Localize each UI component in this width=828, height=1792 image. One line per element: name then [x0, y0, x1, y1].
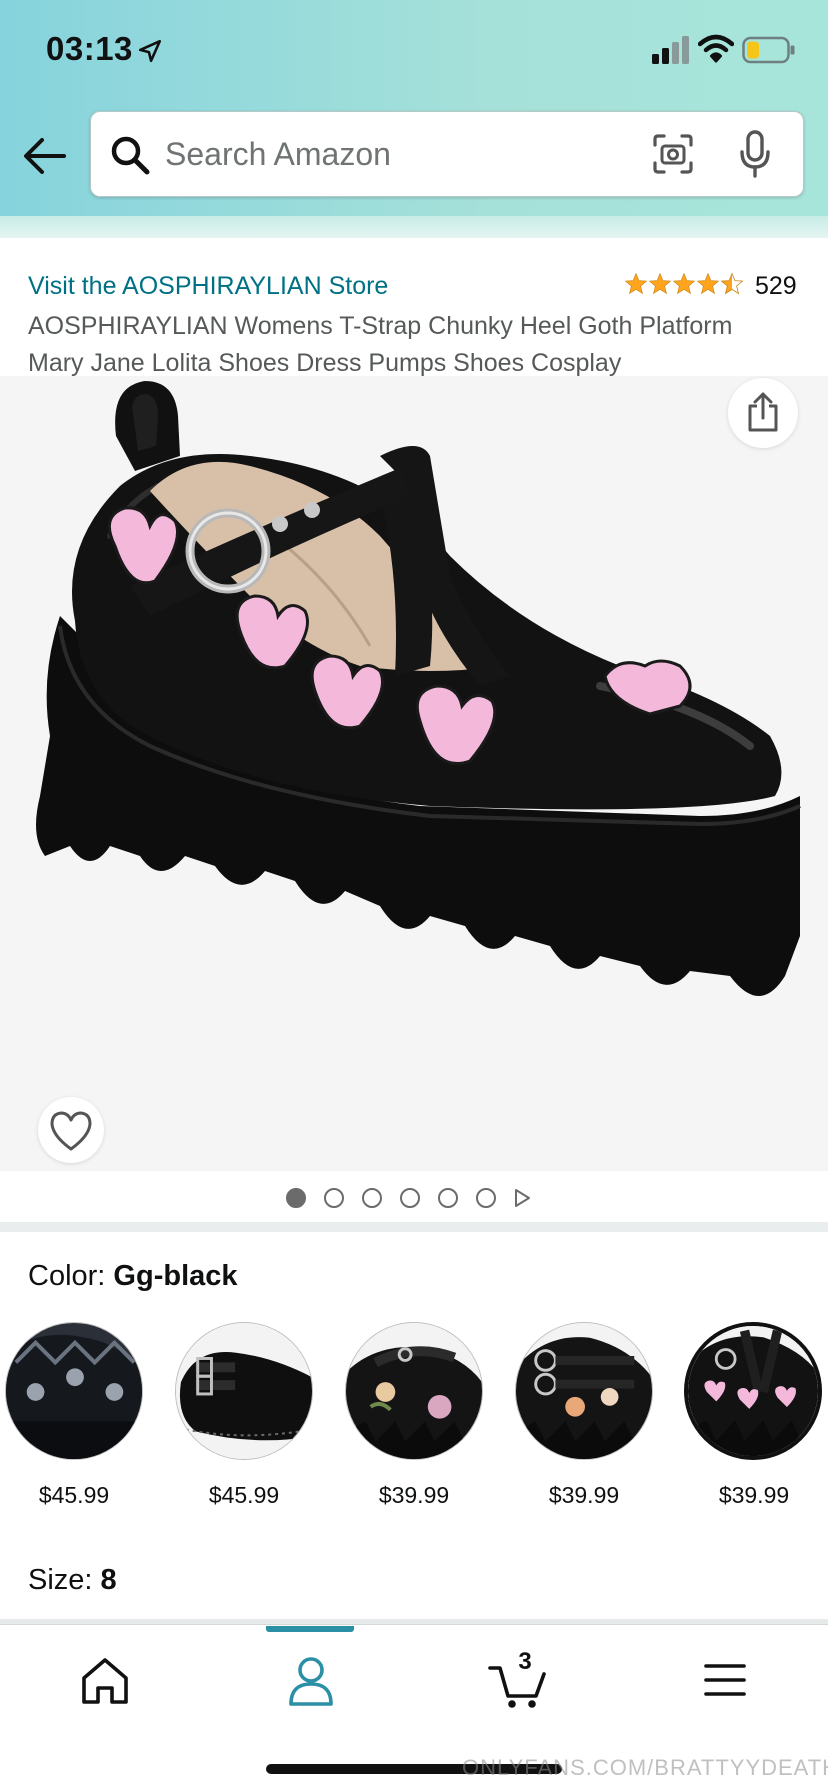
swatch-price-5[interactable]: $39.99 [669, 1482, 828, 1509]
color-label-text: Color: [28, 1260, 106, 1292]
back-arrow-icon[interactable] [22, 136, 66, 176]
nav-menu[interactable] [690, 1650, 760, 1710]
menu-icon [704, 1664, 746, 1696]
wifi-icon [698, 34, 734, 63]
status-time: 03:13 [46, 30, 133, 67]
home-icon [82, 1658, 128, 1704]
pagination-dot-6[interactable] [476, 1188, 496, 1208]
section-divider [0, 1222, 828, 1232]
camera-icon[interactable] [651, 132, 695, 176]
swatch-shoe-image [516, 1323, 652, 1459]
rating-count[interactable]: 529 [755, 272, 797, 301]
swatch-price-4[interactable]: $39.99 [499, 1482, 669, 1509]
pagination-dot-3[interactable] [362, 1188, 382, 1208]
pagination-dot-4[interactable] [400, 1188, 420, 1208]
video-play-icon[interactable] [512, 1188, 532, 1208]
search-icon [111, 136, 150, 175]
color-swatch-3[interactable] [345, 1322, 483, 1460]
swatch-shoe-image [176, 1323, 312, 1459]
swatch-shoe-image [688, 1326, 818, 1456]
cellular-signal-icon [652, 36, 689, 64]
pagination-dot-1[interactable] [286, 1188, 306, 1208]
share-icon [748, 392, 778, 432]
microphone-icon[interactable] [739, 130, 771, 178]
cart-count-badge: 3 [518, 1648, 532, 1675]
swatch-price-2[interactable]: $45.99 [159, 1482, 329, 1509]
nav-home[interactable] [70, 1650, 140, 1710]
swatch-shoe-image [346, 1323, 482, 1459]
size-label: Size: 8 [28, 1564, 117, 1597]
selected-size: 8 [100, 1564, 117, 1596]
product-image[interactable] [0, 376, 828, 1171]
visit-store-link[interactable]: Visit the AOSPHIRAYLIAN Store [28, 272, 388, 301]
pagination-dot-5[interactable] [438, 1188, 458, 1208]
shoe-illustration [36, 381, 801, 996]
color-swatch-5[interactable] [684, 1322, 822, 1460]
swatch-price-1[interactable]: $45.99 [0, 1482, 159, 1509]
swatch-price-3[interactable]: $39.99 [329, 1482, 499, 1509]
location-arrow-icon [138, 39, 162, 63]
pagination-dot-2[interactable] [324, 1188, 344, 1208]
battery-icon [742, 36, 795, 64]
image-pagination[interactable] [282, 1186, 542, 1210]
swatch-shoe-image [6, 1323, 142, 1459]
rating-stars[interactable] [624, 270, 744, 298]
account-icon [289, 1657, 333, 1706]
color-swatch-1[interactable] [5, 1322, 143, 1460]
color-swatch-2[interactable] [175, 1322, 313, 1460]
nav-account[interactable] [276, 1650, 346, 1710]
search-placeholder: Search Amazon [165, 136, 391, 172]
wishlist-button[interactable] [38, 1097, 104, 1163]
size-label-text: Size: [28, 1564, 93, 1596]
color-swatch-4[interactable] [515, 1322, 653, 1460]
share-button[interactable] [728, 378, 798, 448]
header-divider [0, 216, 828, 238]
product-title: AOSPHIRAYLIAN Womens T-Strap Chunky Heel… [28, 312, 733, 377]
nav-active-indicator [266, 1626, 354, 1632]
watermark-text: ONLYFANS.COM/BRATTYYDEATH [462, 1755, 828, 1780]
search-input[interactable]: Search Amazon [90, 111, 804, 197]
selected-color: Gg-black [113, 1260, 238, 1292]
color-label: Color: Gg-black [28, 1260, 238, 1293]
heart-icon [50, 1111, 92, 1151]
